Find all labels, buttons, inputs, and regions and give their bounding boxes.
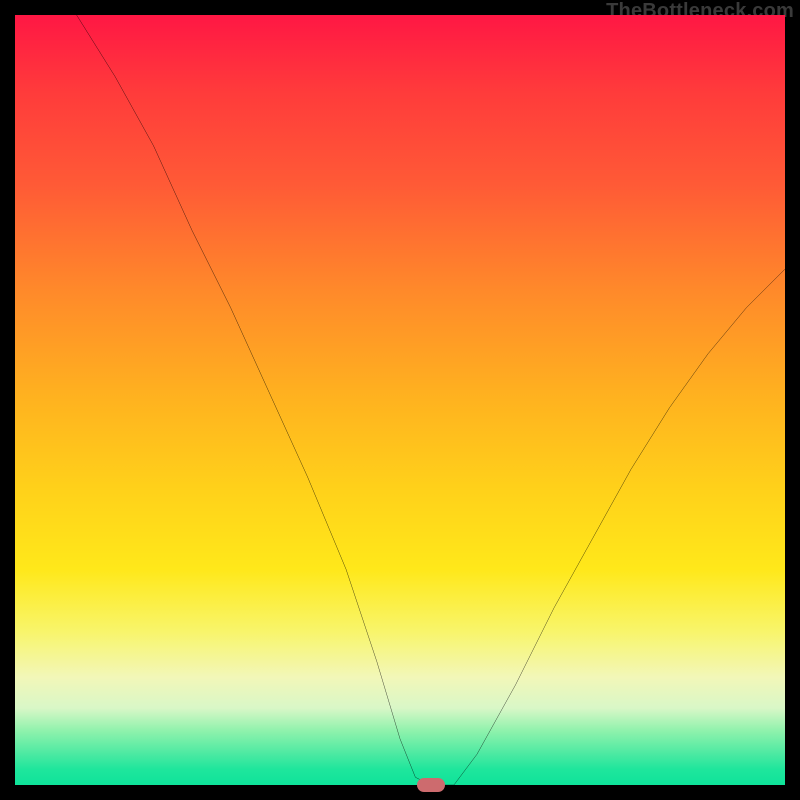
optimum-marker [417,778,445,792]
chart-frame: TheBottleneck.com [0,0,800,800]
chart-plot-area [15,15,785,785]
bottleneck-curve [15,15,785,785]
